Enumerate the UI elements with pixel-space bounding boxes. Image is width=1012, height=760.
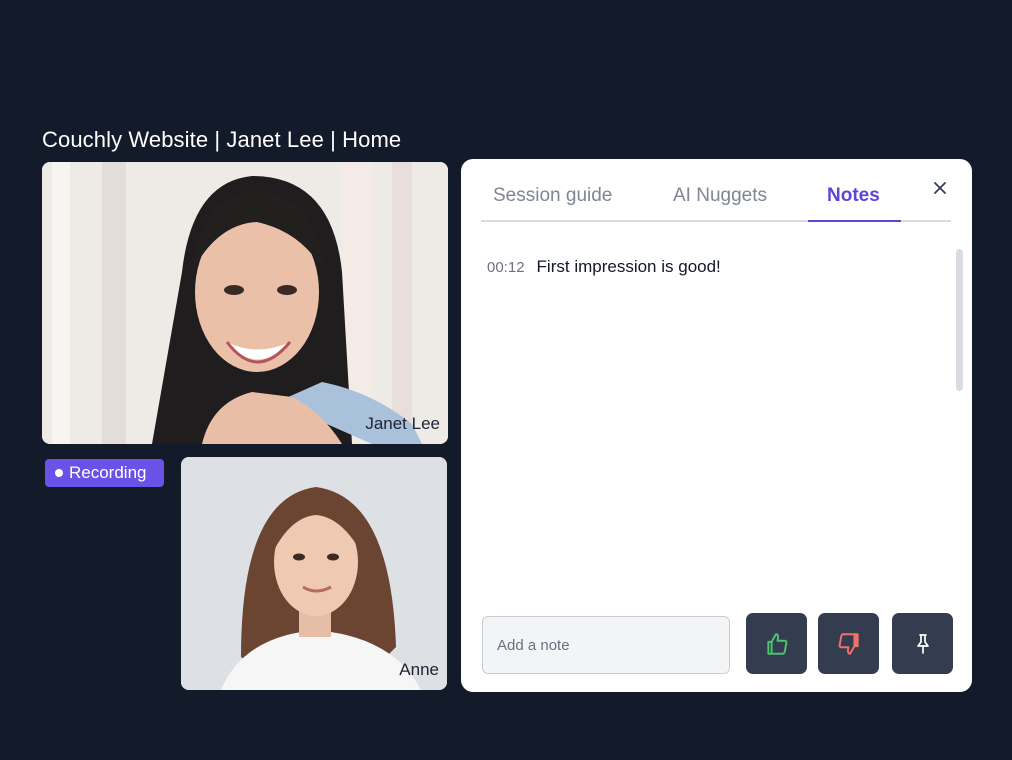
main-video-tile: Janet Lee [42,162,448,444]
thumbs-up-button[interactable] [746,613,807,674]
tab-notes[interactable]: Notes [827,185,880,207]
self-video-tile: Anne [181,457,447,690]
participant-video-janet [42,162,448,444]
tab-session-guide[interactable]: Session guide [493,185,612,207]
note-text: First impression is good! [536,257,721,276]
session-title: Couchly Website | Janet Lee | Home [42,127,402,152]
pin-button[interactable] [892,613,953,674]
thumbs-down-button[interactable] [818,613,879,674]
participant-video-anne [181,457,447,690]
note-timestamp[interactable]: 00:12 [487,259,525,276]
tab-ai-nuggets[interactable]: AI Nuggets [673,185,767,207]
thumbs-down-icon [838,632,859,655]
participant-name-label: Anne [399,660,439,679]
participant-name-label: Janet Lee [365,414,440,433]
notes-scrollbar[interactable] [956,249,963,391]
panel-tabs: Session guide AI Nuggets Notes [481,159,951,222]
thumbs-up-icon [766,632,787,655]
notes-panel: Session guide AI Nuggets Notes 00:12 Fir… [461,159,972,692]
note-item[interactable]: 00:12 First impression is good! [487,257,721,277]
recording-label: Recording [69,463,147,482]
recording-badge: Recording [45,459,164,487]
close-panel-button[interactable] [931,179,949,197]
close-icon [934,182,946,194]
recording-dot-icon [55,469,63,477]
active-tab-indicator [808,220,901,222]
pin-icon [916,633,929,654]
add-note-input[interactable] [482,616,730,674]
